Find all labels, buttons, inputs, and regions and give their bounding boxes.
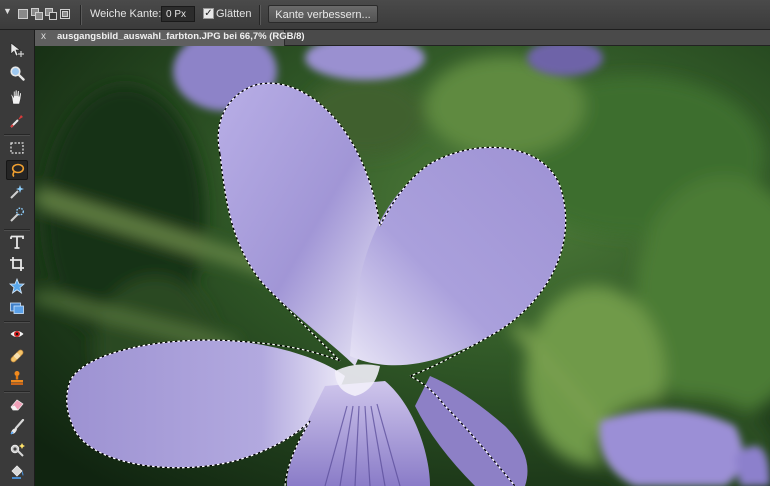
add-to-selection-icon[interactable] bbox=[31, 8, 43, 20]
close-icon[interactable]: x bbox=[41, 31, 46, 42]
image-canvas[interactable] bbox=[35, 46, 770, 486]
hand-icon[interactable] bbox=[6, 87, 28, 107]
brush-icon[interactable] bbox=[6, 417, 28, 437]
separator bbox=[4, 391, 30, 393]
feather-input[interactable]: 0 Px bbox=[161, 6, 195, 22]
magic-wand-icon[interactable] bbox=[6, 182, 28, 202]
smooth-label: Glätten bbox=[216, 8, 252, 20]
intersect-selection-icon[interactable] bbox=[59, 8, 70, 19]
subtract-from-selection-icon[interactable] bbox=[45, 8, 57, 20]
separator bbox=[4, 134, 30, 136]
document-title: ausgangsbild_auswahl_farbton.JPG bei 66,… bbox=[57, 31, 305, 42]
feather-label: Weiche Kante: bbox=[90, 8, 162, 20]
eyedropper-icon[interactable] bbox=[6, 111, 28, 131]
separator bbox=[259, 5, 261, 25]
type-icon[interactable] bbox=[6, 232, 28, 252]
tool-preset-dropdown-icon[interactable]: ▼ bbox=[3, 6, 12, 16]
eraser-icon[interactable] bbox=[6, 394, 28, 414]
smooth-checkbox[interactable]: ✓ bbox=[203, 8, 214, 19]
lasso-icon[interactable] bbox=[6, 160, 28, 180]
options-bar: ▼ Weiche Kante: 0 Px ✓ Glätten Kante ver… bbox=[0, 0, 770, 30]
new-selection-icon[interactable] bbox=[17, 8, 28, 19]
custom-shape-icon[interactable] bbox=[6, 276, 28, 296]
separator bbox=[4, 321, 30, 323]
move-icon[interactable] bbox=[6, 40, 28, 60]
quick-selection-icon[interactable] bbox=[6, 205, 28, 225]
clone-stamp-icon[interactable] bbox=[6, 368, 28, 388]
rectangular-marquee-icon[interactable] bbox=[6, 138, 28, 158]
document-tab[interactable]: x ausgangsbild_auswahl_farbton.JPG bei 6… bbox=[35, 30, 305, 46]
crop-icon[interactable] bbox=[6, 254, 28, 274]
refine-edge-button[interactable]: Kante verbessern... bbox=[268, 5, 378, 23]
zoom-icon[interactable] bbox=[6, 63, 28, 83]
tools-panel bbox=[0, 30, 35, 486]
separator bbox=[80, 5, 82, 25]
healing-brush-icon[interactable] bbox=[6, 346, 28, 366]
paint-bucket-icon[interactable] bbox=[6, 462, 28, 482]
separator bbox=[4, 229, 30, 231]
red-eye-icon[interactable] bbox=[6, 324, 28, 344]
recompose-icon[interactable] bbox=[6, 298, 28, 318]
photo-violet-flower bbox=[35, 46, 770, 486]
document-tab-bar: x ausgangsbild_auswahl_farbton.JPG bei 6… bbox=[35, 30, 770, 46]
smart-brush-icon[interactable] bbox=[6, 440, 28, 460]
